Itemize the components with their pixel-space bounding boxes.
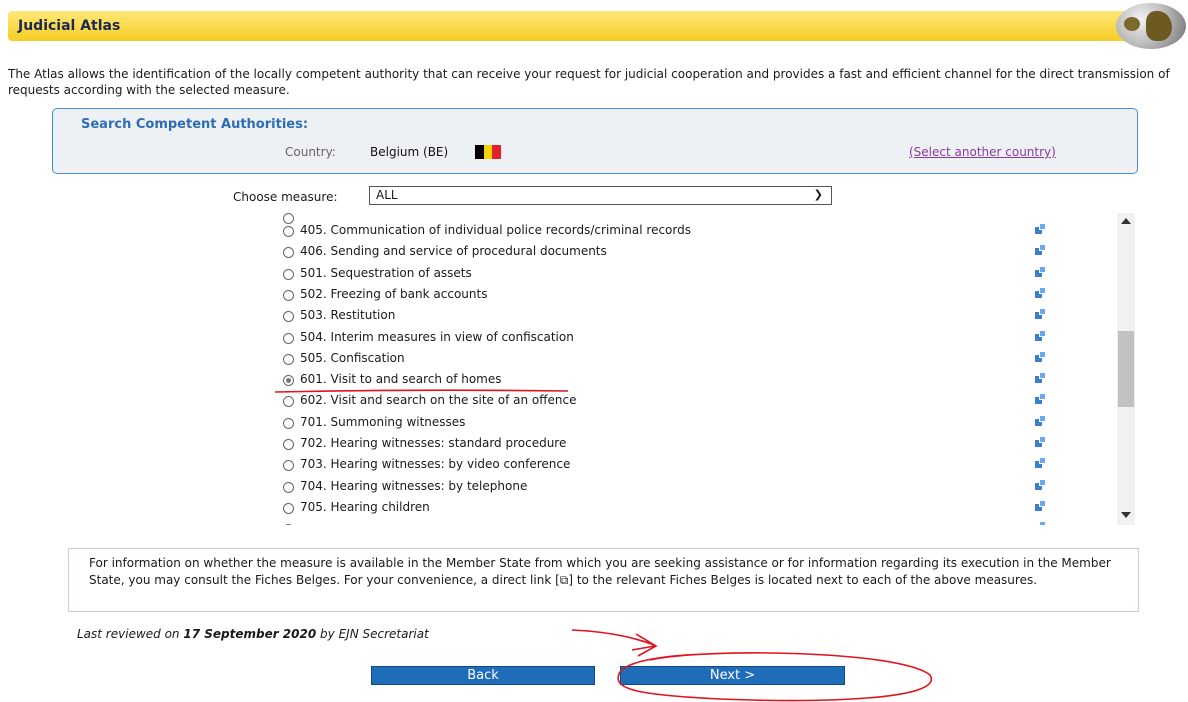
list-item-partial bbox=[270, 519, 1112, 525]
radio-button[interactable] bbox=[283, 396, 294, 408]
external-link-icon[interactable] bbox=[1035, 350, 1046, 362]
measure-select[interactable]: ALL ❯ bbox=[369, 186, 832, 205]
radio-button[interactable] bbox=[283, 502, 294, 514]
list-item-label: 502. Freezing of bank accounts bbox=[300, 286, 488, 301]
list-item[interactable]: 405. Communication of individual police … bbox=[270, 221, 1112, 242]
list-item-label: 601. Visit to and search of homes bbox=[300, 372, 502, 387]
reviewed-date: 17 September 2020 bbox=[183, 627, 317, 641]
scroll-up-arrow-icon[interactable] bbox=[1121, 218, 1131, 224]
external-link-icon[interactable] bbox=[1035, 308, 1046, 320]
radio-button[interactable] bbox=[283, 524, 294, 525]
search-title: Search Competent Authorities: bbox=[81, 117, 309, 132]
list-item-label: 406. Sending and service of procedural d… bbox=[300, 244, 607, 259]
list-item[interactable]: 701. Summoning witnesses bbox=[270, 413, 1112, 434]
radio-button[interactable] bbox=[283, 289, 294, 301]
external-link-icon[interactable] bbox=[1035, 436, 1046, 447]
radio-button[interactable] bbox=[283, 460, 294, 472]
radio-button[interactable] bbox=[283, 332, 294, 344]
list-item[interactable]: 702. Hearing witnesses: standard procedu… bbox=[270, 434, 1112, 455]
radio-button[interactable] bbox=[283, 311, 294, 323]
header-bar: Judicial Atlas bbox=[8, 11, 1178, 41]
radio-button[interactable] bbox=[283, 439, 294, 450]
list-item[interactable]: 503. Restitution bbox=[270, 306, 1112, 327]
list-item[interactable]: 704. Hearing witnesses: by telephone bbox=[270, 477, 1112, 498]
list-item-label: 704. Hearing witnesses: by telephone bbox=[300, 478, 528, 493]
external-link-icon[interactable] bbox=[1035, 244, 1046, 256]
external-link-icon[interactable] bbox=[1035, 286, 1046, 298]
select-another-country-link[interactable]: (Select another country) bbox=[909, 145, 1056, 159]
radio-button[interactable] bbox=[283, 247, 294, 259]
last-reviewed: Last reviewed on 17 September 2020 by EJ… bbox=[77, 627, 429, 641]
external-link-icon[interactable] bbox=[1035, 329, 1046, 341]
radio-button[interactable] bbox=[283, 353, 294, 365]
back-button[interactable]: Back bbox=[371, 666, 595, 685]
list-item[interactable]: 602. Visit and search on the site of an … bbox=[270, 391, 1112, 412]
list-item-label: 501. Sequestration of assets bbox=[300, 265, 472, 280]
scroll-down-arrow-icon[interactable] bbox=[1121, 512, 1131, 518]
list-item[interactable]: 501. Sequestration of assets bbox=[270, 264, 1112, 285]
external-link-icon[interactable] bbox=[1035, 457, 1046, 469]
external-link-icon[interactable] bbox=[1035, 521, 1046, 525]
list-item[interactable]: 504. Interim measures in view of confisc… bbox=[270, 328, 1112, 349]
radio-button[interactable] bbox=[283, 417, 294, 429]
external-link-icon[interactable] bbox=[1035, 393, 1046, 405]
list-item[interactable]: 505. Confiscation bbox=[270, 349, 1112, 370]
country-label: Country: bbox=[285, 145, 336, 159]
list-item-label: 703. Hearing witnesses: by video confere… bbox=[300, 457, 571, 472]
external-link-icon[interactable] bbox=[1035, 414, 1046, 426]
list-item[interactable]: 703. Hearing witnesses: by video confere… bbox=[270, 455, 1112, 476]
list-item-label: 505. Confiscation bbox=[300, 350, 405, 365]
measure-label: Choose measure: bbox=[233, 190, 338, 204]
radio-button[interactable] bbox=[283, 375, 294, 387]
list-item[interactable]: 601. Visit to and search of homes bbox=[270, 370, 1112, 391]
list-scrollbar[interactable] bbox=[1117, 213, 1135, 525]
list-item-label: 405. Communication of individual police … bbox=[300, 223, 691, 237]
radio-button[interactable] bbox=[283, 268, 294, 280]
reviewed-suffix: by EJN Secretariat bbox=[320, 627, 429, 641]
arrow-annotation bbox=[571, 629, 658, 657]
list-item[interactable]: 406. Sending and service of procedural d… bbox=[270, 242, 1112, 263]
list-item[interactable]: 502. Freezing of bank accounts bbox=[270, 285, 1112, 306]
list-item-label: 602. Visit and search on the site of an … bbox=[300, 393, 577, 408]
external-link-icon[interactable] bbox=[1035, 223, 1046, 234]
external-link-icon[interactable] bbox=[1035, 372, 1046, 384]
scroll-thumb[interactable] bbox=[1118, 331, 1134, 407]
next-button[interactable]: Next > bbox=[620, 666, 845, 685]
list-item-label: 705. Hearing children bbox=[300, 499, 430, 514]
external-link-icon[interactable] bbox=[1035, 499, 1046, 511]
globe-icon bbox=[1116, 3, 1186, 49]
info-box: For information on whether the measure i… bbox=[68, 548, 1139, 612]
belgium-flag-icon bbox=[475, 145, 502, 159]
list-item-label: 504. Interim measures in view of confisc… bbox=[300, 329, 574, 344]
country-value: Belgium (BE) bbox=[370, 145, 449, 159]
chevron-down-icon: ❯ bbox=[813, 188, 823, 201]
list-item-label: 701. Summoning witnesses bbox=[300, 414, 466, 429]
reviewed-prefix: Last reviewed on bbox=[77, 627, 180, 641]
search-panel: Search Competent Authorities: Country: B… bbox=[52, 108, 1138, 174]
page-title: Judicial Atlas bbox=[18, 18, 121, 34]
intro-text: The Atlas allows the identification of t… bbox=[8, 67, 1170, 97]
list-item-label: 503. Restitution bbox=[300, 308, 396, 323]
external-link-icon[interactable] bbox=[1035, 265, 1046, 277]
measure-list: 405. Communication of individual police … bbox=[270, 213, 1112, 525]
list-item-label: 702. Hearing witnesses: standard procedu… bbox=[300, 436, 567, 450]
list-item[interactable]: 705. Hearing children bbox=[270, 498, 1112, 519]
radio-button[interactable] bbox=[283, 226, 294, 237]
radio-button[interactable] bbox=[283, 481, 294, 493]
external-link-icon[interactable] bbox=[1035, 478, 1046, 490]
measure-selected-value: ALL bbox=[376, 188, 398, 202]
